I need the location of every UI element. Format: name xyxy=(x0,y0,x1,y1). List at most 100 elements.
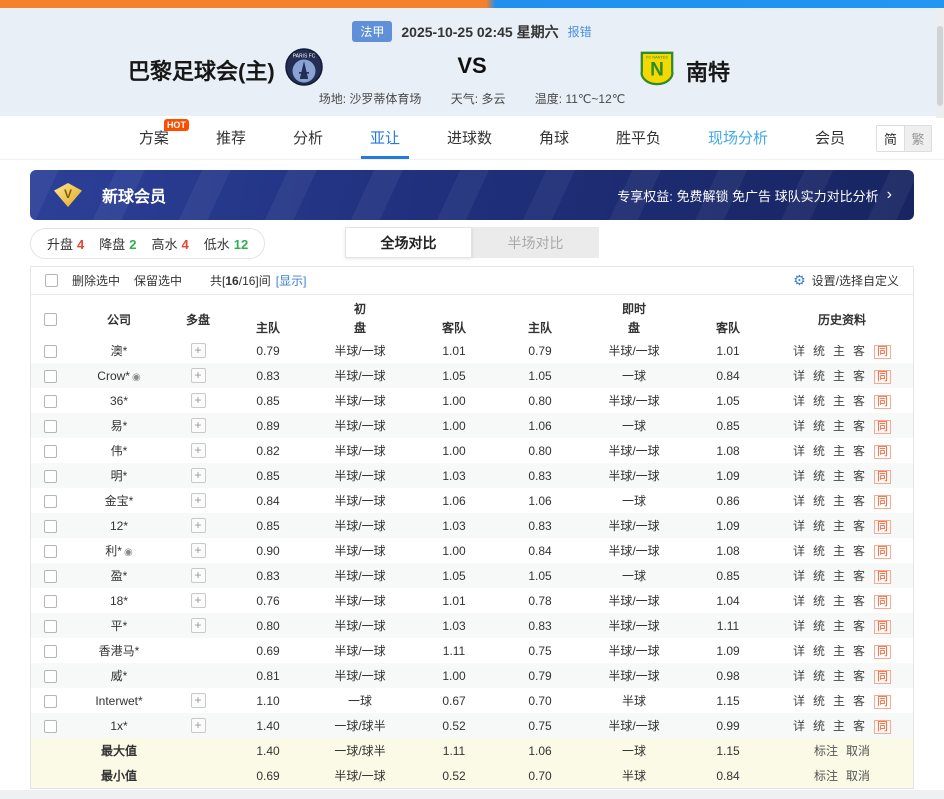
history-link[interactable]: 客 xyxy=(853,644,865,658)
history-link[interactable]: 统 xyxy=(813,694,825,708)
chevron-right-icon[interactable]: › xyxy=(887,186,892,204)
history-link[interactable]: 详 xyxy=(793,519,805,533)
history-link[interactable]: 详 xyxy=(793,719,805,733)
lang-traditional-button[interactable]: 繁 xyxy=(904,126,931,151)
toolbar-checkbox[interactable] xyxy=(45,274,58,287)
history-link[interactable]: 同 xyxy=(874,520,891,534)
history-link[interactable]: 同 xyxy=(874,620,891,634)
expand-odds-button[interactable]: + xyxy=(191,593,206,608)
history-link[interactable]: 客 xyxy=(853,419,865,433)
history-link[interactable]: 同 xyxy=(874,545,891,559)
history-link[interactable]: 详 xyxy=(793,694,805,708)
history-link[interactable]: 客 xyxy=(853,494,865,508)
tab-half-match-compare[interactable]: 半场对比 xyxy=(472,227,599,258)
nav-tab[interactable]: 分析 xyxy=(293,116,323,159)
row-checkbox[interactable] xyxy=(44,370,57,383)
history-link[interactable]: 主 xyxy=(833,669,845,683)
history-link[interactable]: 详 xyxy=(793,469,805,483)
history-link[interactable]: 同 xyxy=(874,470,891,484)
delete-selected-button[interactable]: 删除选中 xyxy=(72,272,120,289)
keep-selected-button[interactable]: 保留选中 xyxy=(134,272,182,289)
expand-odds-button[interactable]: + xyxy=(191,418,206,433)
expand-odds-button[interactable]: + xyxy=(191,693,206,708)
history-link[interactable]: 统 xyxy=(813,669,825,683)
history-link[interactable]: 统 xyxy=(813,519,825,533)
row-checkbox[interactable] xyxy=(44,670,57,683)
expand-odds-button[interactable]: + xyxy=(191,543,206,558)
history-link[interactable]: 客 xyxy=(853,469,865,483)
expand-odds-button[interactable]: + xyxy=(191,368,206,383)
show-link[interactable]: [显示] xyxy=(276,272,307,289)
expand-odds-button[interactable]: + xyxy=(191,443,206,458)
history-link[interactable]: 主 xyxy=(833,344,845,358)
nav-tab[interactable]: 角球 xyxy=(539,116,569,159)
history-link[interactable]: 统 xyxy=(813,419,825,433)
row-checkbox[interactable] xyxy=(44,395,57,408)
history-link[interactable]: 客 xyxy=(853,369,865,383)
nav-tab[interactable]: 进球数 xyxy=(447,116,492,159)
row-checkbox[interactable] xyxy=(44,620,57,633)
history-link[interactable]: 主 xyxy=(833,444,845,458)
history-link[interactable]: 详 xyxy=(793,444,805,458)
history-link[interactable]: 客 xyxy=(853,444,865,458)
history-link[interactable]: 详 xyxy=(793,669,805,683)
row-checkbox[interactable] xyxy=(44,720,57,733)
history-link[interactable]: 同 xyxy=(874,420,891,434)
history-link[interactable]: 统 xyxy=(813,569,825,583)
history-link[interactable]: 主 xyxy=(833,419,845,433)
history-link[interactable]: 统 xyxy=(813,619,825,633)
history-link[interactable]: 同 xyxy=(874,345,891,359)
nav-tab[interactable]: 现场分析 xyxy=(708,116,768,159)
history-link[interactable]: 同 xyxy=(874,395,891,409)
history-link[interactable]: 客 xyxy=(853,594,865,608)
summary-action-link[interactable]: 取消 xyxy=(846,744,870,758)
history-link[interactable]: 同 xyxy=(874,370,891,384)
row-checkbox[interactable] xyxy=(44,420,57,433)
history-link[interactable]: 详 xyxy=(793,594,805,608)
history-link[interactable]: 统 xyxy=(813,719,825,733)
expand-odds-button[interactable]: + xyxy=(191,568,206,583)
history-link[interactable]: 统 xyxy=(813,644,825,658)
summary-action-link[interactable]: 标注 xyxy=(814,769,838,783)
history-link[interactable]: 统 xyxy=(813,344,825,358)
row-checkbox[interactable] xyxy=(44,345,57,358)
history-link[interactable]: 详 xyxy=(793,419,805,433)
nav-tab[interactable]: 会员 xyxy=(815,116,845,159)
history-link[interactable]: 客 xyxy=(853,544,865,558)
history-link[interactable]: 同 xyxy=(874,670,891,684)
history-link[interactable]: 统 xyxy=(813,394,825,408)
history-link[interactable]: 主 xyxy=(833,519,845,533)
history-link[interactable]: 客 xyxy=(853,519,865,533)
history-link[interactable]: 同 xyxy=(874,445,891,459)
row-checkbox[interactable] xyxy=(44,570,57,583)
scrollbar[interactable] xyxy=(936,8,944,118)
row-checkbox[interactable] xyxy=(44,520,57,533)
expand-odds-button[interactable]: + xyxy=(191,718,206,733)
expand-odds-button[interactable]: + xyxy=(191,468,206,483)
history-link[interactable]: 详 xyxy=(793,544,805,558)
tab-full-match-compare[interactable]: 全场对比 xyxy=(345,227,472,258)
history-link[interactable]: 主 xyxy=(833,644,845,658)
expand-odds-button[interactable]: + xyxy=(191,618,206,633)
report-error-link[interactable]: 报错 xyxy=(568,23,592,40)
row-checkbox[interactable] xyxy=(44,695,57,708)
row-checkbox[interactable] xyxy=(44,545,57,558)
history-link[interactable]: 主 xyxy=(833,719,845,733)
nav-tab[interactable]: 胜平负 xyxy=(616,116,661,159)
history-link[interactable]: 详 xyxy=(793,344,805,358)
history-link[interactable]: 统 xyxy=(813,369,825,383)
settings-button[interactable]: ⚙ 设置/选择自定义 xyxy=(793,272,899,289)
history-link[interactable]: 主 xyxy=(833,694,845,708)
row-checkbox[interactable] xyxy=(44,495,57,508)
expand-odds-button[interactable]: + xyxy=(191,493,206,508)
summary-action-link[interactable]: 标注 xyxy=(814,744,838,758)
history-link[interactable]: 统 xyxy=(813,544,825,558)
history-link[interactable]: 详 xyxy=(793,394,805,408)
history-link[interactable]: 主 xyxy=(833,369,845,383)
history-link[interactable]: 主 xyxy=(833,594,845,608)
history-link[interactable]: 主 xyxy=(833,469,845,483)
row-checkbox[interactable] xyxy=(44,595,57,608)
history-link[interactable]: 统 xyxy=(813,594,825,608)
row-checkbox[interactable] xyxy=(44,645,57,658)
history-link[interactable]: 详 xyxy=(793,569,805,583)
